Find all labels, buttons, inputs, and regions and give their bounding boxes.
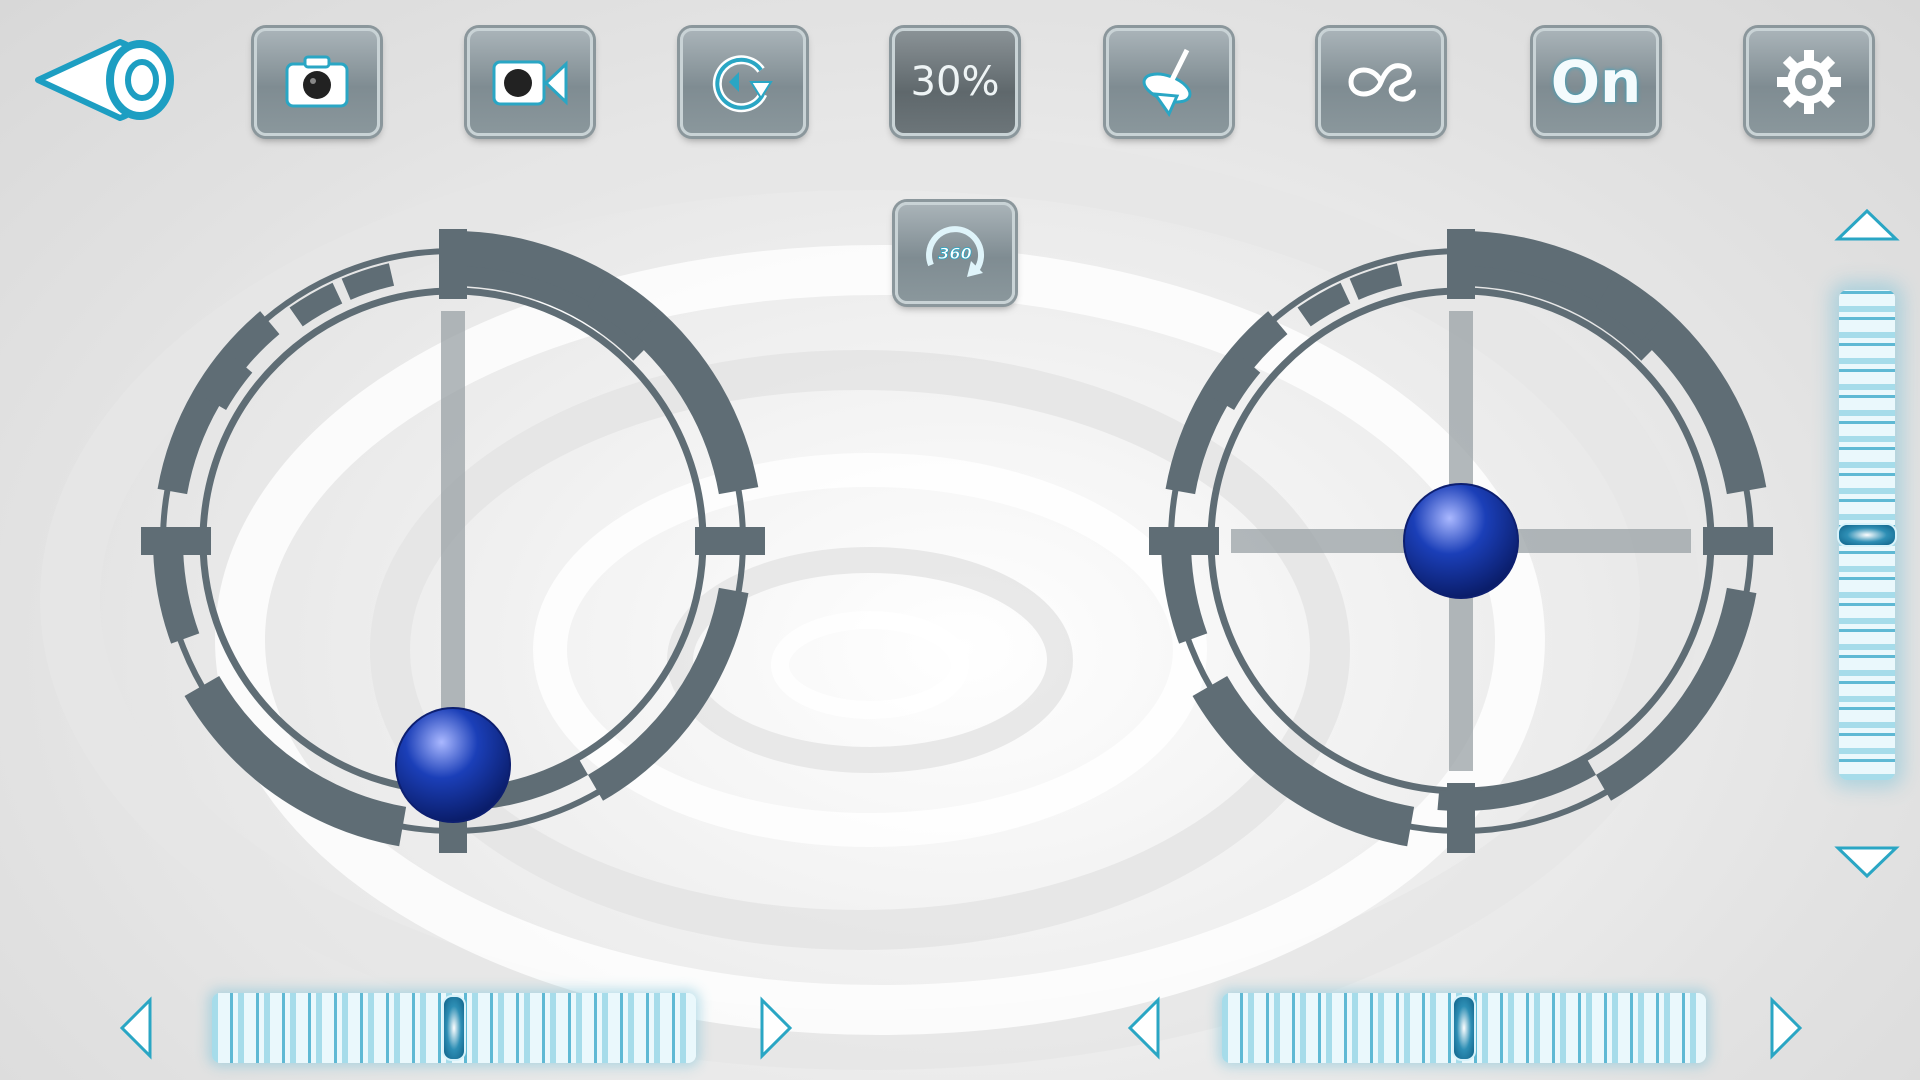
joystick-frame-segment [184,676,407,847]
joystick-bottom-notch [1447,783,1475,853]
settings-button[interactable] [1746,28,1872,136]
rotate-icon [712,55,773,113]
video-button[interactable] [467,28,593,136]
headless-mode-icon [1348,63,1416,102]
joystick-frame-segment [588,587,749,801]
speed-button[interactable]: 30% [892,28,1018,136]
power-button[interactable]: On [1533,28,1659,136]
gyro-calibrate-button[interactable] [1106,28,1232,136]
flip-360-label: 360 [938,244,971,263]
flip-360-icon: 360 [926,226,984,277]
left-horizontal-trim-slider[interactable] [212,993,696,1063]
joystick-top-notch [1447,229,1475,299]
joystick-ball[interactable] [1403,483,1519,599]
right-horizontal-trim-slider[interactable] [1222,993,1706,1063]
joystick-vertical-axis [441,311,465,771]
back-eye-icon [35,39,174,121]
photo-button[interactable] [254,28,380,136]
spinning-top-icon [1142,48,1192,118]
left-joystick[interactable] [133,221,773,861]
power-label: On [1550,48,1642,116]
speed-label: 30% [910,59,1000,105]
right-trim-left-arrow[interactable] [1124,996,1164,1060]
back-button[interactable] [30,30,186,130]
camera-icon [285,55,349,108]
flip-button[interactable] [680,28,806,136]
joystick-right-notch [695,527,765,555]
gear-icon [1777,50,1841,114]
video-camera-icon [492,60,568,106]
flip-360-button[interactable]: 360 [895,202,1015,304]
vertical-trim-slider[interactable] [1837,290,1897,780]
vertical-trim-thumb[interactable] [1837,523,1897,547]
left-trim-left-arrow[interactable] [116,996,156,1060]
right-joystick[interactable] [1141,221,1781,861]
joystick-left-notch [1149,527,1219,555]
joystick-ball[interactable] [395,707,511,823]
joystick-frame-segment [1596,587,1757,801]
left-trim-right-arrow[interactable] [756,996,796,1060]
vertical-trim-up-arrow[interactable] [1834,205,1900,245]
joystick-top-notch [439,229,467,299]
joystick-frame-segment [1161,550,1208,644]
right-horizontal-trim-thumb[interactable] [1452,995,1476,1061]
joystick-left-notch [141,527,211,555]
vertical-trim-down-arrow[interactable] [1834,842,1900,882]
joystick-frame-segment [153,550,200,644]
joystick-right-notch [1703,527,1773,555]
left-horizontal-trim-thumb[interactable] [442,995,466,1061]
joystick-frame-segment [1192,676,1415,847]
right-trim-right-arrow[interactable] [1766,996,1806,1060]
headless-button[interactable] [1318,28,1444,136]
